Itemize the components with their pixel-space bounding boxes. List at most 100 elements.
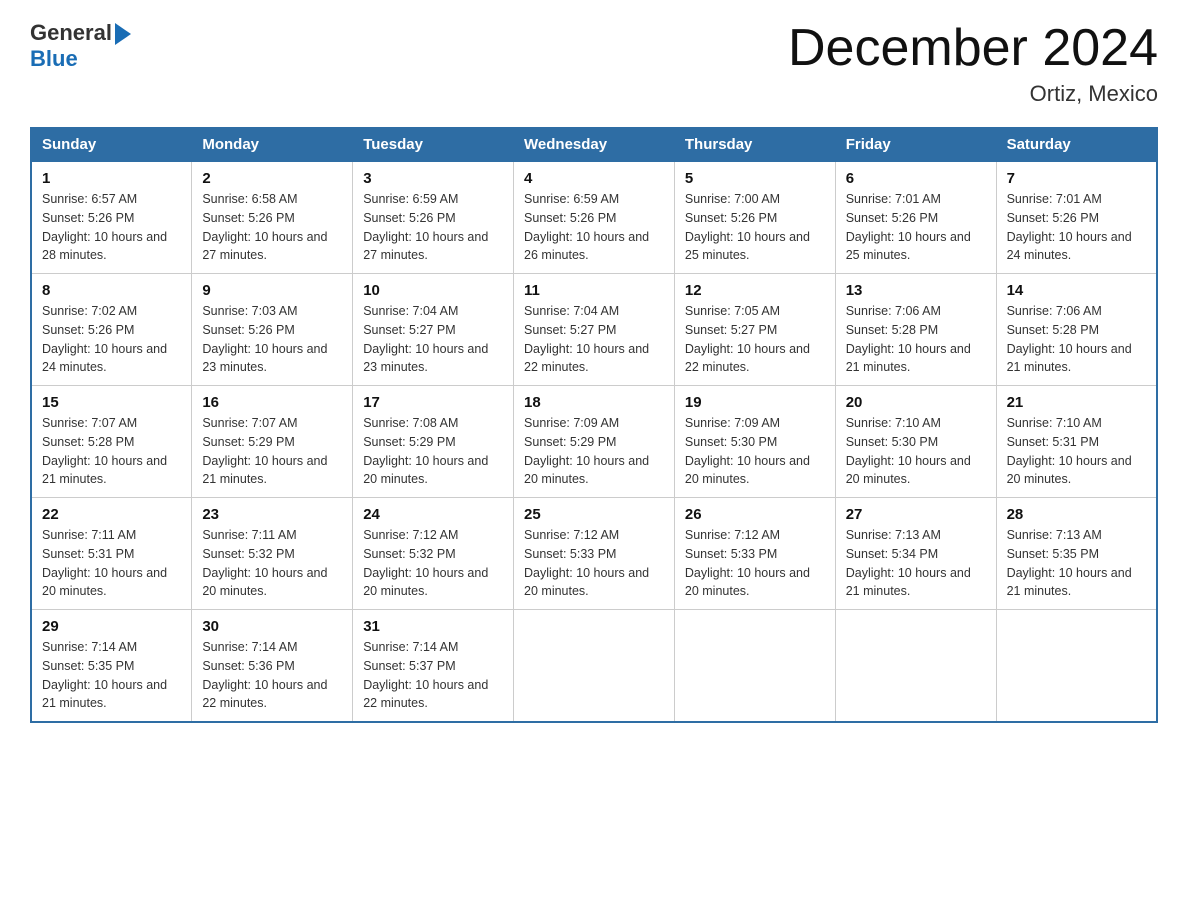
day-info: Sunrise: 7:01 AMSunset: 5:26 PMDaylight:…: [846, 192, 971, 262]
day-number: 10: [363, 282, 503, 299]
day-info: Sunrise: 7:05 AMSunset: 5:27 PMDaylight:…: [685, 304, 810, 374]
day-number: 26: [685, 506, 825, 523]
col-header-tuesday: Tuesday: [353, 128, 514, 162]
day-number: 1: [42, 170, 181, 187]
calendar-cell: [996, 610, 1157, 723]
col-header-thursday: Thursday: [674, 128, 835, 162]
day-number: 16: [202, 394, 342, 411]
day-number: 27: [846, 506, 986, 523]
calendar-cell: 1 Sunrise: 6:57 AMSunset: 5:26 PMDaylight…: [31, 162, 192, 274]
day-number: 5: [685, 170, 825, 187]
calendar-cell: 14 Sunrise: 7:06 AMSunset: 5:28 PMDayligh…: [996, 274, 1157, 386]
day-info: Sunrise: 7:12 AMSunset: 5:33 PMDaylight:…: [685, 528, 810, 598]
day-info: Sunrise: 6:59 AMSunset: 5:26 PMDaylight:…: [363, 192, 488, 262]
day-number: 25: [524, 506, 664, 523]
day-number: 6: [846, 170, 986, 187]
calendar-cell: 22 Sunrise: 7:11 AMSunset: 5:31 PMDayligh…: [31, 498, 192, 610]
calendar-cell: 31 Sunrise: 7:14 AMSunset: 5:37 PMDayligh…: [353, 610, 514, 723]
calendar-cell: 28 Sunrise: 7:13 AMSunset: 5:35 PMDayligh…: [996, 498, 1157, 610]
header-right: December 2024 Ortiz, Mexico: [788, 20, 1158, 107]
day-info: Sunrise: 7:04 AMSunset: 5:27 PMDaylight:…: [524, 304, 649, 374]
day-info: Sunrise: 7:13 AMSunset: 5:34 PMDaylight:…: [846, 528, 971, 598]
calendar-header-row: SundayMondayTuesdayWednesdayThursdayFrid…: [31, 128, 1157, 162]
col-header-wednesday: Wednesday: [514, 128, 675, 162]
day-info: Sunrise: 7:12 AMSunset: 5:32 PMDaylight:…: [363, 528, 488, 598]
calendar-cell: [835, 610, 996, 723]
day-info: Sunrise: 7:06 AMSunset: 5:28 PMDaylight:…: [1007, 304, 1132, 374]
day-info: Sunrise: 6:58 AMSunset: 5:26 PMDaylight:…: [202, 192, 327, 262]
logo: General Blue: [30, 20, 131, 72]
logo-blue-text: Blue: [30, 46, 78, 71]
day-number: 12: [685, 282, 825, 299]
calendar-cell: 9 Sunrise: 7:03 AMSunset: 5:26 PMDaylight…: [192, 274, 353, 386]
col-header-saturday: Saturday: [996, 128, 1157, 162]
day-info: Sunrise: 7:00 AMSunset: 5:26 PMDaylight:…: [685, 192, 810, 262]
day-info: Sunrise: 7:07 AMSunset: 5:29 PMDaylight:…: [202, 416, 327, 486]
calendar-cell: [514, 610, 675, 723]
day-info: Sunrise: 6:59 AMSunset: 5:26 PMDaylight:…: [524, 192, 649, 262]
day-info: Sunrise: 7:02 AMSunset: 5:26 PMDaylight:…: [42, 304, 167, 374]
day-info: Sunrise: 7:10 AMSunset: 5:30 PMDaylight:…: [846, 416, 971, 486]
day-info: Sunrise: 7:09 AMSunset: 5:29 PMDaylight:…: [524, 416, 649, 486]
logo-arrow-icon: [115, 23, 131, 45]
calendar-cell: 29 Sunrise: 7:14 AMSunset: 5:35 PMDayligh…: [31, 610, 192, 723]
col-header-monday: Monday: [192, 128, 353, 162]
day-info: Sunrise: 7:08 AMSunset: 5:29 PMDaylight:…: [363, 416, 488, 486]
calendar-cell: 5 Sunrise: 7:00 AMSunset: 5:26 PMDaylight…: [674, 162, 835, 274]
day-number: 13: [846, 282, 986, 299]
calendar-table: SundayMondayTuesdayWednesdayThursdayFrid…: [30, 127, 1158, 723]
calendar-cell: 16 Sunrise: 7:07 AMSunset: 5:29 PMDayligh…: [192, 386, 353, 498]
day-info: Sunrise: 7:14 AMSunset: 5:37 PMDaylight:…: [363, 640, 488, 710]
day-number: 31: [363, 618, 503, 635]
day-info: Sunrise: 7:07 AMSunset: 5:28 PMDaylight:…: [42, 416, 167, 486]
day-number: 19: [685, 394, 825, 411]
calendar-week-row: 8Sunrise: 7:02 AMSunset: 5:26 PMDaylight…: [31, 274, 1157, 386]
calendar-cell: 15 Sunrise: 7:07 AMSunset: 5:28 PMDayligh…: [31, 386, 192, 498]
calendar-cell: 6 Sunrise: 7:01 AMSunset: 5:26 PMDaylight…: [835, 162, 996, 274]
col-header-friday: Friday: [835, 128, 996, 162]
calendar-cell: 8Sunrise: 7:02 AMSunset: 5:26 PMDaylight…: [31, 274, 192, 386]
day-info: Sunrise: 7:13 AMSunset: 5:35 PMDaylight:…: [1007, 528, 1132, 598]
day-number: 14: [1007, 282, 1146, 299]
calendar-cell: 23 Sunrise: 7:11 AMSunset: 5:32 PMDayligh…: [192, 498, 353, 610]
day-number: 4: [524, 170, 664, 187]
calendar-cell: 27 Sunrise: 7:13 AMSunset: 5:34 PMDayligh…: [835, 498, 996, 610]
day-number: 22: [42, 506, 181, 523]
day-number: 28: [1007, 506, 1146, 523]
calendar-cell: 12 Sunrise: 7:05 AMSunset: 5:27 PMDayligh…: [674, 274, 835, 386]
day-info: Sunrise: 7:11 AMSunset: 5:32 PMDaylight:…: [202, 528, 327, 598]
calendar-week-row: 29 Sunrise: 7:14 AMSunset: 5:35 PMDayligh…: [31, 610, 1157, 723]
logo-general-text: General: [30, 20, 112, 46]
day-info: Sunrise: 7:14 AMSunset: 5:35 PMDaylight:…: [42, 640, 167, 710]
day-info: Sunrise: 7:03 AMSunset: 5:26 PMDaylight:…: [202, 304, 327, 374]
calendar-cell: 10Sunrise: 7:04 AMSunset: 5:27 PMDayligh…: [353, 274, 514, 386]
day-number: 17: [363, 394, 503, 411]
calendar-cell: 21 Sunrise: 7:10 AMSunset: 5:31 PMDayligh…: [996, 386, 1157, 498]
day-number: 24: [363, 506, 503, 523]
day-info: Sunrise: 7:10 AMSunset: 5:31 PMDaylight:…: [1007, 416, 1132, 486]
day-number: 3: [363, 170, 503, 187]
day-number: 29: [42, 618, 181, 635]
day-number: 15: [42, 394, 181, 411]
day-info: Sunrise: 7:14 AMSunset: 5:36 PMDaylight:…: [202, 640, 327, 710]
calendar-week-row: 22 Sunrise: 7:11 AMSunset: 5:31 PMDayligh…: [31, 498, 1157, 610]
day-number: 9: [202, 282, 342, 299]
day-info: Sunrise: 7:01 AMSunset: 5:26 PMDaylight:…: [1007, 192, 1132, 262]
day-number: 18: [524, 394, 664, 411]
day-number: 7: [1007, 170, 1146, 187]
day-number: 23: [202, 506, 342, 523]
day-number: 2: [202, 170, 342, 187]
day-info: Sunrise: 6:57 AMSunset: 5:26 PMDaylight:…: [42, 192, 167, 262]
calendar-cell: 26 Sunrise: 7:12 AMSunset: 5:33 PMDayligh…: [674, 498, 835, 610]
day-info: Sunrise: 7:06 AMSunset: 5:28 PMDaylight:…: [846, 304, 971, 374]
calendar-cell: 2 Sunrise: 6:58 AMSunset: 5:26 PMDaylight…: [192, 162, 353, 274]
day-info: Sunrise: 7:11 AMSunset: 5:31 PMDaylight:…: [42, 528, 167, 598]
day-number: 30: [202, 618, 342, 635]
calendar-cell: 19Sunrise: 7:09 AMSunset: 5:30 PMDayligh…: [674, 386, 835, 498]
day-number: 11: [524, 282, 664, 299]
day-number: 21: [1007, 394, 1146, 411]
col-header-sunday: Sunday: [31, 128, 192, 162]
calendar-cell: 17 Sunrise: 7:08 AMSunset: 5:29 PMDayligh…: [353, 386, 514, 498]
day-number: 20: [846, 394, 986, 411]
calendar-cell: 20 Sunrise: 7:10 AMSunset: 5:30 PMDayligh…: [835, 386, 996, 498]
